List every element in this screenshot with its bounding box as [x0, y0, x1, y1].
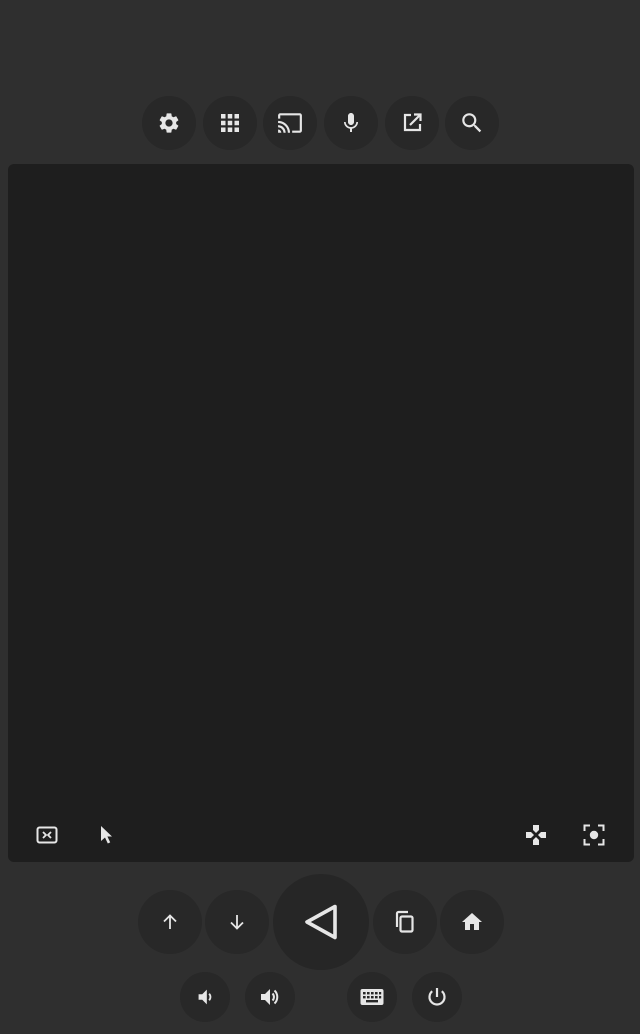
- channel-up-button[interactable]: [138, 890, 202, 954]
- channel-down-button[interactable]: [205, 890, 269, 954]
- apps-grid-icon: [221, 114, 239, 132]
- home-icon: [462, 913, 482, 930]
- focus-capture-icon: [583, 824, 605, 846]
- apps-button[interactable]: [203, 96, 257, 150]
- gear-icon: [159, 113, 179, 133]
- cast-icon: [278, 113, 302, 133]
- keyboard-icon: [360, 989, 384, 1005]
- recent-apps-icon: [395, 910, 414, 933]
- focus-capture-button[interactable]: [577, 818, 611, 852]
- keyboard-button[interactable]: [347, 972, 397, 1022]
- arrow-up-icon: [163, 914, 177, 929]
- volume-down-button[interactable]: [180, 972, 230, 1022]
- swap-mode-icon: [36, 826, 58, 844]
- search-icon: [462, 113, 482, 133]
- home-button[interactable]: [440, 890, 504, 954]
- search-button[interactable]: [445, 96, 499, 150]
- power-icon: [428, 988, 446, 1006]
- dpad-icon: [526, 825, 546, 845]
- volume-up-button[interactable]: [245, 972, 295, 1022]
- open-external-icon: [403, 113, 422, 132]
- remote-control-screen: [0, 0, 640, 1034]
- touchpad-area[interactable]: [8, 164, 634, 862]
- mouse-mode-button[interactable]: [89, 818, 123, 852]
- settings-button[interactable]: [142, 96, 196, 150]
- back-triangle-icon: [305, 904, 337, 940]
- microphone-icon: [344, 113, 358, 132]
- recent-apps-button[interactable]: [373, 890, 437, 954]
- mouse-pointer-icon: [101, 826, 112, 844]
- volume-up-icon: [261, 989, 279, 1005]
- arrow-down-icon: [230, 915, 244, 930]
- open-external-button[interactable]: [385, 96, 439, 150]
- cast-button[interactable]: [263, 96, 317, 150]
- dpad-mode-button[interactable]: [519, 818, 553, 852]
- swap-mode-button[interactable]: [30, 818, 64, 852]
- power-button[interactable]: [412, 972, 462, 1022]
- volume-down-icon: [198, 989, 212, 1005]
- voice-button[interactable]: [324, 96, 378, 150]
- back-button[interactable]: [273, 874, 369, 970]
